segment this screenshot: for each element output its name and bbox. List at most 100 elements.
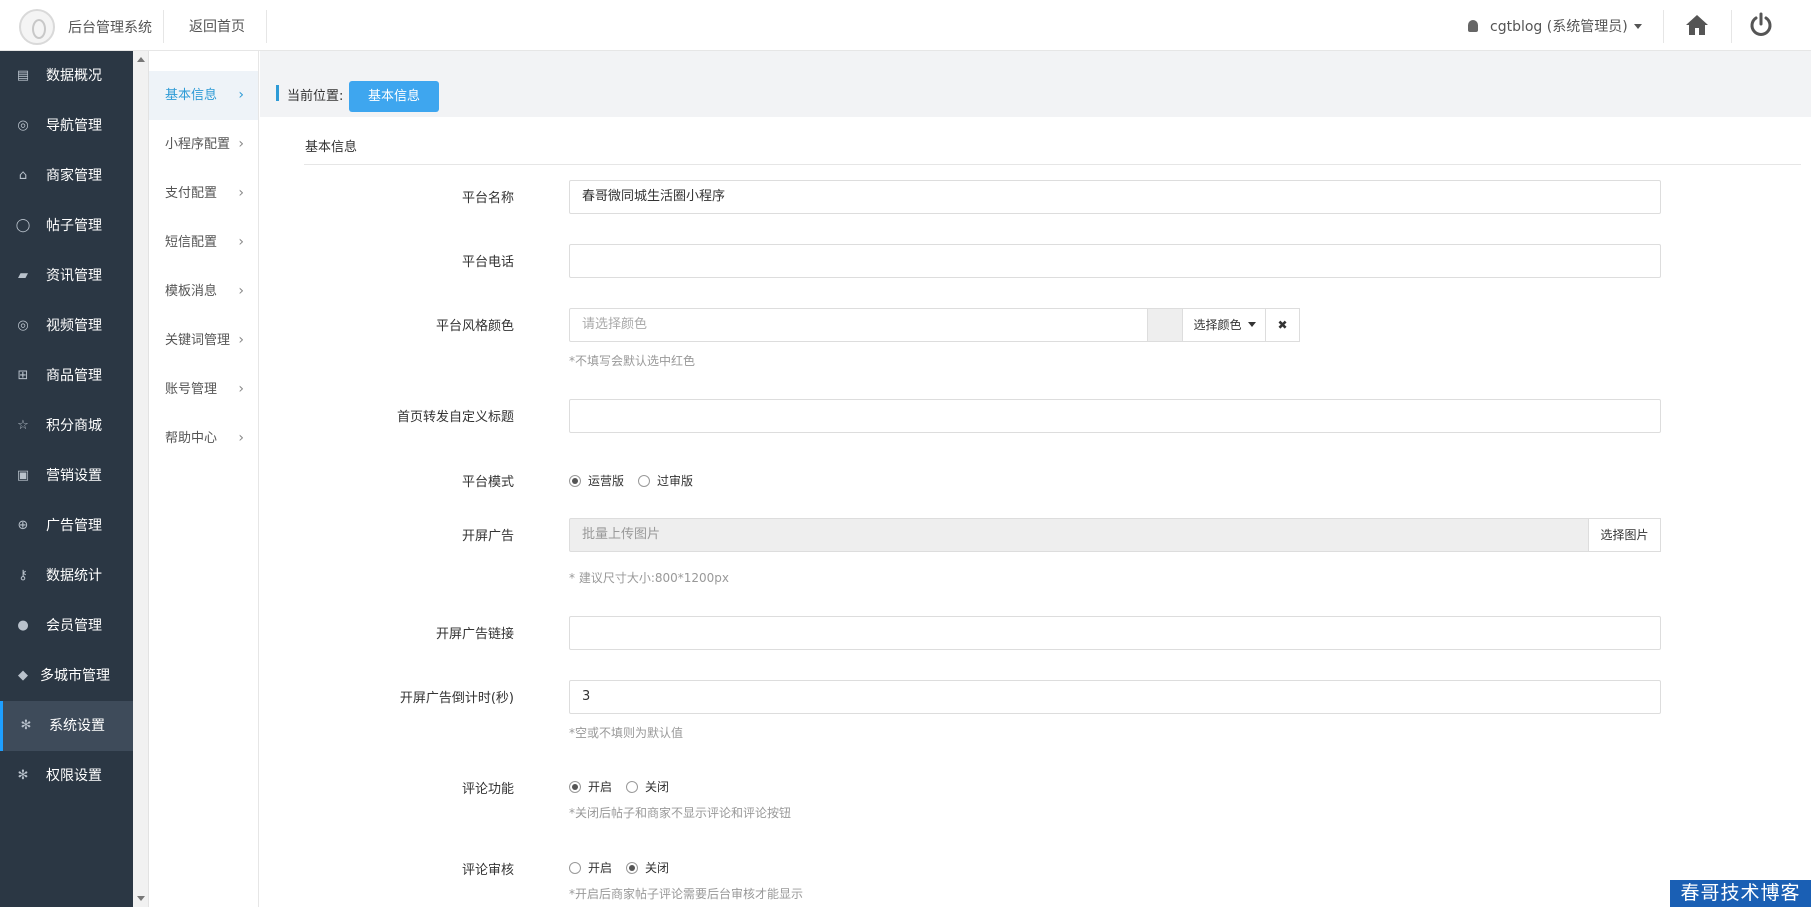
submenu-item-label: 支付配置 xyxy=(165,186,218,201)
sidebar-item-marketing[interactable]: ▣ 营销设置 xyxy=(0,451,133,501)
sidebar-item-label: 商品管理 xyxy=(46,368,102,384)
sidebar-item-statistics[interactable]: ⚷ 数据统计 xyxy=(0,551,133,601)
platform-mode-label: 平台模式 xyxy=(461,475,514,490)
divider xyxy=(304,164,1801,165)
sidebar-item-permissions[interactable]: ✻ 权限设置 xyxy=(0,751,133,801)
splash-link-label: 开屏广告链接 xyxy=(435,627,514,642)
sidebar-item-ads[interactable]: ⊕ 广告管理 xyxy=(0,501,133,551)
share-title-label: 首页转发自定义标题 xyxy=(396,410,514,425)
splash-ad-label: 开屏广告 xyxy=(461,529,514,544)
submenu-item-label: 帮助中心 xyxy=(165,431,218,446)
radio-unchecked-icon xyxy=(638,475,650,487)
comment-review-radio-on[interactable]: 开启 xyxy=(569,859,612,876)
comment-feature-radio-on[interactable]: 开启 xyxy=(569,778,612,795)
sidebar-item-news[interactable]: ▰ 资讯管理 xyxy=(0,251,133,301)
chevron-right-icon: › xyxy=(238,87,244,103)
sidebar-item-label: 多城市管理 xyxy=(40,668,110,684)
chevron-right-icon: › xyxy=(238,234,244,250)
theme-color-input[interactable]: 请选择颜色 xyxy=(569,308,1149,342)
submenu-item-label: 模板消息 xyxy=(165,284,218,299)
submenu-item-accounts[interactable]: 账号管理 › xyxy=(149,365,258,414)
power-icon[interactable] xyxy=(1748,12,1774,38)
top-bar: 后台管理系统 返回首页 cgtblog (系统管理员) xyxy=(0,0,1811,51)
breadcrumb-current[interactable]: 基本信息 xyxy=(349,81,439,112)
user-name: cgtblog (系统管理员) xyxy=(1490,19,1628,35)
sidebar-item-label: 权限设置 xyxy=(46,768,102,784)
comment-feature-radio-off[interactable]: 关闭 xyxy=(626,778,669,795)
key-icon: ⚷ xyxy=(18,568,28,583)
sidebar-scrollbar[interactable] xyxy=(133,51,149,907)
scroll-up-arrow-icon[interactable] xyxy=(137,57,145,62)
sidebar-item-videos[interactable]: ◎ 视频管理 xyxy=(0,301,133,351)
radio-label: 开启 xyxy=(588,861,613,875)
pick-color-button[interactable]: 选择颜色 xyxy=(1182,308,1267,342)
radio-label: 关闭 xyxy=(645,861,670,875)
splash-ad-input: 批量上传图片 xyxy=(569,518,1590,552)
clear-color-button[interactable]: ✖ xyxy=(1265,308,1300,342)
platform-name-label: 平台名称 xyxy=(461,191,514,206)
lifebuoy-icon: ⊕ xyxy=(17,518,29,533)
sidebar-item-navigation[interactable]: ◎ 导航管理 xyxy=(0,101,133,151)
comment-review-label: 评论审核 xyxy=(461,863,514,878)
gear-icon: ✻ xyxy=(20,718,32,733)
color-swatch[interactable] xyxy=(1147,308,1184,342)
caret-down-icon xyxy=(1247,322,1256,327)
radio-label: 关闭 xyxy=(645,780,670,794)
platform-mode-radio-operate[interactable]: 运营版 xyxy=(569,472,624,489)
choose-image-button[interactable]: 选择图片 xyxy=(1588,518,1661,552)
comment-feature-label: 评论功能 xyxy=(461,782,514,797)
sidebar-item-data-overview[interactable]: ▤ 数据概况 xyxy=(0,51,133,101)
back-home-link[interactable]: 返回首页 xyxy=(189,16,245,36)
sidebar-item-posts[interactable]: ◯ 帖子管理 xyxy=(0,201,133,251)
sidebar-item-members[interactable]: ● 会员管理 xyxy=(0,601,133,651)
platform-mode-radio-review[interactable]: 过审版 xyxy=(638,472,693,489)
comment-review-radio-off[interactable]: 关闭 xyxy=(626,859,669,876)
submenu-item-template-messages[interactable]: 模板消息 › xyxy=(149,267,258,316)
chevron-right-icon: › xyxy=(238,283,244,299)
submenu-item-sms-config[interactable]: 短信配置 › xyxy=(149,218,258,267)
submenu-item-basic-info[interactable]: 基本信息 › xyxy=(149,71,258,120)
sub-menu: 基本信息 › 小程序配置 › 支付配置 › 短信配置 › 模板消息 › 关键词管理 › 账号… xyxy=(149,51,259,907)
splash-countdown-label: 开屏广告倒计时(秒) xyxy=(399,691,514,706)
sidebar-item-label: 会员管理 xyxy=(46,618,102,634)
share-title-input[interactable] xyxy=(569,399,1661,433)
sidebar-item-system-settings[interactable]: ✻ 系统设置 xyxy=(0,701,133,751)
radio-label: 开启 xyxy=(588,780,613,794)
splash-countdown-help: *空或不填则为默认值 xyxy=(569,726,684,740)
panel-title: 基本信息 xyxy=(305,140,358,155)
chevron-right-icon: › xyxy=(238,332,244,348)
home-icon[interactable] xyxy=(1684,13,1710,37)
watermark: 春哥技术博客 xyxy=(1670,880,1811,907)
splash-countdown-input[interactable]: 3 xyxy=(569,680,1661,714)
divider xyxy=(163,10,164,43)
breadcrumb-label: 当前位置: xyxy=(287,89,344,104)
user-menu[interactable]: cgtblog (系统管理员) xyxy=(1468,16,1642,36)
platform-name-input[interactable]: 春哥微同城生活圈小程序 xyxy=(569,180,1661,214)
sidebar-item-points-mall[interactable]: ☆ 积分商城 xyxy=(0,401,133,451)
sidebar-item-multi-city[interactable]: ◆ 多城市管理 xyxy=(0,651,133,701)
radio-unchecked-icon xyxy=(626,781,638,793)
gear-icon: ✻ xyxy=(17,768,29,783)
chevron-right-icon: › xyxy=(238,136,244,152)
video-icon: ◎ xyxy=(17,318,29,333)
radio-checked-icon xyxy=(626,862,638,874)
splash-link-input[interactable] xyxy=(569,616,1661,650)
dashboard-icon: ▤ xyxy=(16,68,30,83)
sidebar-item-label: 数据概况 xyxy=(46,68,102,84)
sidebar-item-merchants[interactable]: ⌂ 商家管理 xyxy=(0,151,133,201)
scroll-down-arrow-icon[interactable] xyxy=(137,896,145,901)
submenu-item-help-center[interactable]: 帮助中心 › xyxy=(149,414,258,463)
main-content: 当前位置: 基本信息 基本信息 平台名称 春哥微同城生活圈小程序 平台电话 平台… xyxy=(260,51,1811,907)
radio-checked-icon xyxy=(569,475,581,487)
platform-phone-input[interactable] xyxy=(569,244,1661,278)
sidebar-item-label: 资讯管理 xyxy=(46,268,102,284)
book-icon: ▰ xyxy=(18,268,28,283)
chevron-right-icon: › xyxy=(238,381,244,397)
pick-color-label: 选择颜色 xyxy=(1193,318,1242,332)
submenu-item-keywords[interactable]: 关键词管理 › xyxy=(149,316,258,365)
sidebar-item-label: 广告管理 xyxy=(46,518,102,534)
sidebar-item-products[interactable]: ⊞ 商品管理 xyxy=(0,351,133,401)
submenu-item-miniprogram-config[interactable]: 小程序配置 › xyxy=(149,120,258,169)
caret-down-icon xyxy=(1633,24,1642,29)
submenu-item-payment-config[interactable]: 支付配置 › xyxy=(149,169,258,218)
